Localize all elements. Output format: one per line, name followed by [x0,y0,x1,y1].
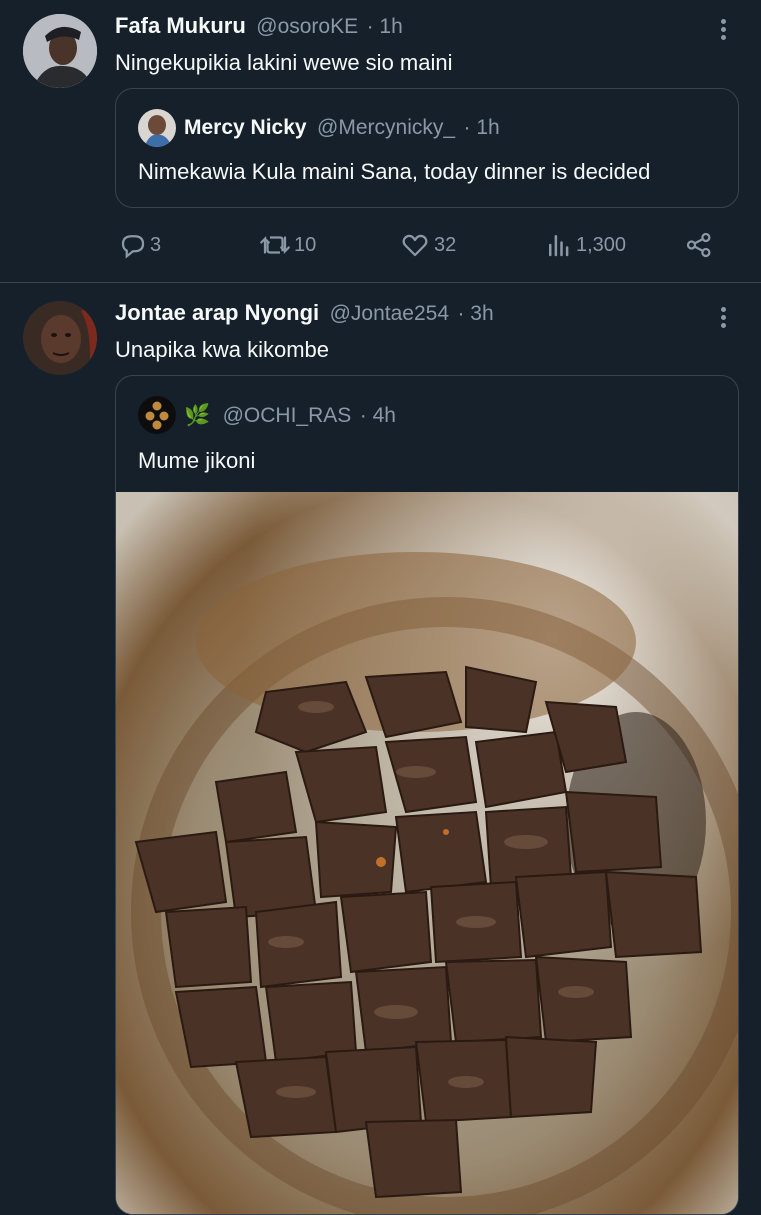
quote-avatar-photo [138,396,176,434]
quote-header: 🌿 @OCHI_RAS · 4h [184,404,396,428]
quote-author-name: Mercy Nicky [184,116,307,139]
quoted-tweet[interactable]: 🌿 @OCHI_RAS · 4h Mume jikoni [115,375,739,1215]
cooked-liver-image [116,492,738,1214]
quote-time: · 4h [359,404,396,427]
quote-author-handle: @Mercynicky_ [317,116,456,139]
quote-avatar [138,396,176,434]
retweet-count: 10 [294,233,317,256]
share-icon [686,232,711,258]
author-name[interactable]: Jontae arap Nyongi [115,300,319,325]
author-handle[interactable]: @Jontae254 [330,302,449,325]
like-button[interactable]: 32 [400,230,456,260]
avatar-photo [23,14,97,88]
tweet-time[interactable]: · 1h [367,15,403,38]
quote-time: · 1h [463,116,500,139]
reply-button[interactable]: 3 [118,230,161,260]
tweet-text: Ningekupikia lakini wewe sio maini [115,50,453,75]
views-icon [549,235,569,257]
like-count: 32 [434,233,457,256]
more-options-icon[interactable] [718,304,728,331]
avatar[interactable] [23,301,97,375]
tweet-1[interactable]: Fafa Mukuru @osoroKE · 1h Ningekupikia l… [0,0,761,282]
heart-icon [402,234,428,257]
quote-media-photo[interactable] [116,492,738,1214]
quote-text: Mume jikoni [138,448,256,473]
tweet-2[interactable]: Jontae arap Nyongi @Jontae254 · 3h Unapi… [0,283,761,1215]
quote-avatar [138,109,176,147]
tweet-header: Jontae arap Nyongi @Jontae254 · 3h [115,300,494,326]
views-button[interactable]: 1,300 [544,230,626,260]
avatar-photo [23,301,97,375]
reply-count: 3 [150,233,162,256]
author-handle[interactable]: @osoroKE [256,15,358,38]
quote-text: Nimekawia Kula maini Sana, today dinner … [138,159,651,184]
quote-avatar-photo [138,109,176,147]
more-options-icon[interactable] [718,16,728,43]
tweet-text: Unapika kwa kikombe [115,337,329,362]
quote-author-handle: @OCHI_RAS [222,404,352,427]
views-count: 1,300 [576,233,627,256]
retweet-icon [260,236,290,254]
tweet-time[interactable]: · 3h [457,302,493,325]
avatar[interactable] [23,14,97,88]
tweet-actions: 3 10 32 1,300 [0,226,761,266]
leaf-emoji: 🌿 [184,404,211,427]
retweet-button[interactable]: 10 [257,230,316,260]
quote-header: Mercy Nicky @Mercynicky_ · 1h [184,116,500,140]
quoted-tweet[interactable]: Mercy Nicky @Mercynicky_ · 1h Nimekawia … [115,88,739,208]
reply-icon [121,235,145,259]
author-name[interactable]: Fafa Mukuru [115,13,246,38]
share-button[interactable] [684,230,714,260]
tweet-header: Fafa Mukuru @osoroKE · 1h [115,13,403,39]
